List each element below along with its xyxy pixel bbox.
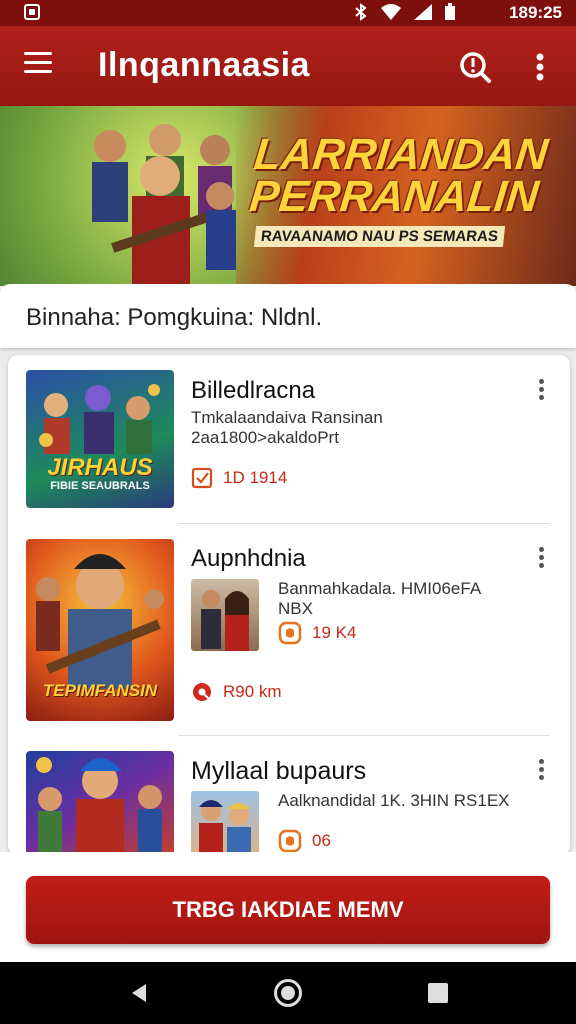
item-rating: 19 K4	[278, 621, 356, 645]
back-icon[interactable]	[128, 982, 150, 1004]
item-preview-image	[191, 791, 259, 855]
menu-icon	[24, 52, 52, 55]
item-meta: 1D 1914	[191, 467, 287, 489]
checkbox-icon	[191, 467, 213, 489]
item-description: Tmkalaandaiva Ransinan 2aa1800>akaldoPrt	[191, 408, 383, 447]
primary-action-button[interactable]: TRBG IAKDIAE MEMV	[26, 876, 550, 944]
divider	[178, 735, 550, 736]
item-description: Aalknandidal 1K. 3HIN RS1EX	[278, 791, 510, 810]
more-vert-icon	[536, 53, 544, 81]
status-bar: 189:25	[0, 0, 576, 26]
hero-title: LARRIANDAN PERRANALIN	[247, 130, 551, 221]
more-vert-icon	[538, 759, 544, 764]
hero-banner[interactable]: LARRIANDAN PERRANALIN RAVAANAMO NAU PS S…	[0, 106, 576, 286]
filter-bar[interactable]: Binnaha: Pomgkuina: Nldnl.	[0, 284, 576, 348]
signal-icon	[414, 4, 432, 20]
wifi-icon	[381, 4, 401, 20]
notification-icon	[24, 4, 40, 20]
bottom-action-area: TRBG IAKDIAE MEMV	[0, 852, 576, 962]
home-icon[interactable]	[274, 979, 302, 1007]
item-description: Banmahkadala. HMI06eFA NBX	[278, 579, 482, 618]
item-rating: 06	[278, 829, 331, 853]
item-title: Billedlracna	[191, 377, 316, 404]
hero-characters-image	[92, 124, 236, 286]
battery-icon	[445, 3, 455, 20]
status-icons	[354, 3, 456, 21]
game-thumbnail: TEPIMFANSIN	[26, 539, 174, 721]
system-nav-bar	[0, 962, 576, 1024]
filter-text: Binnaha: Pomgkuina: Nldnl.	[26, 304, 323, 331]
more-vert-icon	[538, 379, 544, 384]
item-more-button[interactable]	[534, 379, 548, 405]
game-thumbnail: JIRHAUS FIBIE SEAUBRALS	[26, 370, 174, 508]
game-list: JIRHAUS FIBIE SEAUBRALS Billedlracna Tmk…	[8, 355, 570, 855]
thumbnail-art	[36, 757, 162, 855]
bluetooth-icon	[355, 3, 367, 21]
badge-icon	[278, 829, 302, 853]
menu-button[interactable]	[24, 52, 54, 78]
app-bar: Ilnqannaasia	[0, 26, 576, 106]
item-title: Myllaal bupaurs	[191, 757, 367, 785]
clock: 189:25	[509, 3, 562, 22]
divider	[178, 523, 550, 524]
game-thumbnail	[26, 751, 174, 855]
more-options-button[interactable]	[528, 50, 552, 84]
search-icon	[460, 52, 491, 83]
item-meta: R90 km	[191, 681, 282, 703]
item-more-button[interactable]	[534, 759, 548, 785]
more-vert-icon	[538, 547, 544, 552]
item-more-button[interactable]	[534, 547, 548, 573]
badge-icon	[278, 621, 302, 645]
item-title: Aupnhdnia	[191, 545, 306, 572]
app-title: Ilnqannaasia	[98, 46, 310, 84]
item-preview-image	[191, 579, 259, 651]
hero-tagline: RAVAANAMO NAU PS SEMARAS	[253, 226, 506, 247]
search-button[interactable]	[458, 50, 492, 84]
location-icon	[193, 683, 211, 701]
recent-apps-icon[interactable]	[428, 983, 448, 1003]
